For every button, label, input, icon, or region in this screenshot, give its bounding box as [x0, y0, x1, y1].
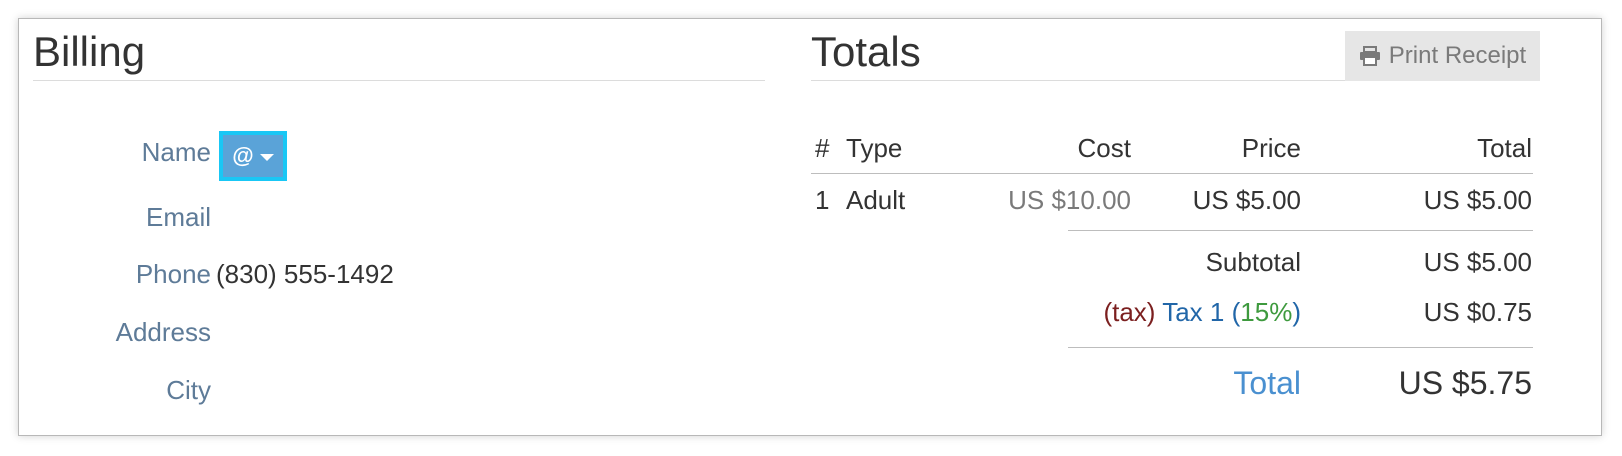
name-email-dropdown-button[interactable]: @ — [219, 131, 287, 181]
column-header-cost: Cost — [1077, 133, 1131, 163]
tax-rate: 15% — [1240, 297, 1293, 327]
billing-labels: Name Email Phone Address City — [19, 19, 211, 435]
at-symbol-icon: @ — [232, 143, 254, 168]
printer-icon — [1359, 46, 1380, 66]
caret-down-icon — [259, 153, 274, 161]
column-header-number: # — [815, 133, 830, 163]
name-label: Name — [141, 137, 211, 167]
table-header-divider — [811, 173, 1533, 174]
phone-label: Phone — [135, 259, 211, 289]
tax-rate-close: ) — [1292, 297, 1301, 327]
tax-rate-open: ( — [1231, 297, 1241, 327]
row-number: 1 — [815, 185, 830, 215]
row-divider — [1068, 230, 1533, 231]
print-receipt-button[interactable]: Print Receipt — [1345, 31, 1540, 81]
city-label: City — [166, 375, 211, 405]
tax-line: (tax) Tax 1 (15%) — [1019, 297, 1301, 328]
row-price: US $5.00 — [1192, 185, 1301, 215]
tax-divider — [1068, 347, 1533, 348]
tax-name: Tax 1 — [1162, 297, 1225, 327]
phone-value: (830) 555-1492 — [216, 259, 394, 289]
email-label: Email — [145, 202, 211, 232]
tax-value: US $0.75 — [1423, 297, 1532, 327]
grand-total-value: US $5.75 — [1398, 365, 1532, 401]
row-total: US $5.00 — [1423, 185, 1532, 215]
row-type: Adult — [846, 185, 906, 215]
column-header-type: Type — [846, 133, 903, 163]
row-cost: US $10.00 — [1008, 185, 1131, 215]
column-header-price: Price — [1241, 133, 1301, 163]
address-label: Address — [115, 317, 211, 347]
tax-prefix: (tax) — [1103, 297, 1156, 327]
totals-title: Totals — [811, 28, 921, 75]
receipt-panel: Billing Name Email Phone Address City @ … — [18, 18, 1602, 436]
print-receipt-label: Print Receipt — [1388, 42, 1527, 69]
grand-total-label: Total — [1233, 365, 1301, 401]
subtotal-value: US $5.00 — [1423, 247, 1532, 277]
subtotal-label: Subtotal — [1205, 247, 1301, 277]
column-header-total: Total — [1477, 133, 1532, 163]
